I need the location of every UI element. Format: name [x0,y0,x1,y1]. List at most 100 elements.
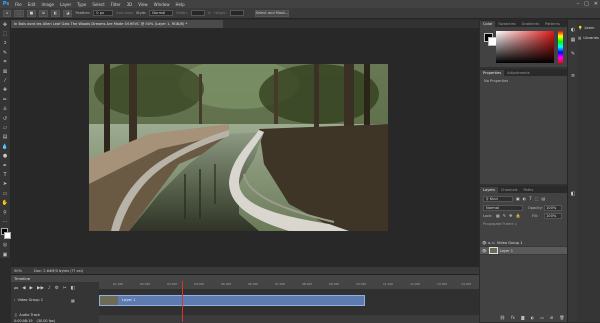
delete-layer-icon[interactable]: 🗑 [559,315,564,320]
eraser-tool-icon[interactable]: ▱ [0,123,10,132]
learn-item[interactable]: 💡 Learn [578,26,595,30]
new-group-icon[interactable]: ▭ [540,315,544,320]
clip-label: Layer 1 [122,298,136,302]
lock-all-icon[interactable]: 🔒 [516,213,521,218]
maximize-button[interactable]: □ [584,1,589,7]
subtract-selection-icon[interactable]: ◧ [50,9,61,17]
filter-adjust-icon[interactable]: ◐ [523,196,527,201]
screen-mode-icon[interactable]: ▣ [0,250,10,259]
new-layer-icon[interactable]: ⊞ [550,315,553,320]
type-tool-icon[interactable]: T [0,170,10,179]
fill-input[interactable]: 100% [544,213,562,219]
layer-row-layer-1[interactable]: 👁 Layer 1 [480,247,567,255]
document-tab[interactable]: In Bois dont les Alien Leaf Gals The Woo… [11,20,223,28]
prev-frame-icon[interactable]: ◀ [22,286,25,292]
style-select[interactable]: Normal [149,10,174,16]
healing-tool-icon[interactable]: ✚ [0,86,10,95]
rectangle-tool-icon[interactable]: ▭ [0,189,10,198]
layer-name: Layer 1 [499,248,514,253]
color-picker-field[interactable] [496,31,554,63]
filter-shape-icon[interactable]: ⬚ [535,196,539,201]
blur-tool-icon[interactable]: 💧 [0,142,10,151]
timeline-ruler[interactable]: 01:00f 02:00f 03:00f 04:00f 05:00f 06:00… [99,282,479,289]
marquee-tool-preset-icon[interactable]: ⬚ [14,9,24,17]
timeline-clip[interactable]: Layer 1 [99,295,365,306]
menu-edit[interactable]: Edit [25,2,39,7]
height-input[interactable] [230,10,245,16]
swap-icon[interactable]: ⇄ [208,11,211,15]
blend-mode-select[interactable]: Normal [483,205,523,211]
hand-tool-icon[interactable]: ✋ [0,198,10,207]
quick-mask-icon[interactable]: ◎ [0,241,10,250]
menu-type[interactable]: Type [74,2,89,7]
gradient-tool-icon[interactable]: ▤ [0,133,10,142]
layer-style-icon[interactable]: fx [511,315,515,320]
zoom-tool-icon[interactable]: ⚲ [0,208,10,217]
film-icon[interactable]: ▦ [71,298,75,303]
hue-slider[interactable] [558,31,563,63]
crop-tool-icon[interactable]: ⌗ [0,58,10,67]
split-icon[interactable]: ✂ [63,286,67,292]
menu-image[interactable]: Image [38,2,57,7]
menu-3d[interactable]: 3D [124,2,136,7]
lock-position-icon[interactable]: ✥ [509,213,512,218]
menu-help[interactable]: Help [172,2,187,7]
ruler-tick: 05:00f [221,282,231,286]
menu-window[interactable]: Window [151,2,173,7]
first-frame-icon[interactable]: ⏮ [14,286,18,292]
audio-icon[interactable]: ♪ [48,286,51,292]
brush-tool-icon[interactable]: ✏ [0,95,10,104]
feather-input[interactable]: 0 px [93,10,114,16]
lock-pixels-icon[interactable]: ▦ [496,213,500,218]
move-tool-icon[interactable]: ✥ [0,20,10,29]
eyedropper-tool-icon[interactable]: ⁄ [0,76,10,85]
antialias-checkbox[interactable]: Anti-alias [116,11,133,15]
pen-tool-icon[interactable]: ✒ [0,161,10,170]
close-button[interactable]: ✕ [594,1,598,7]
filter-pixel-icon[interactable]: ▣ [516,196,520,201]
expand-group-icon[interactable]: › [14,298,15,302]
quick-select-tool-icon[interactable]: ✎ [0,48,10,57]
menu-view[interactable]: View [135,2,151,7]
path-select-tool-icon[interactable]: ➤ [0,180,10,189]
more-tools-icon[interactable]: ⋯ [0,217,10,226]
width-input[interactable] [190,10,205,16]
canvas-image[interactable] [89,64,388,231]
marquee-tool-icon[interactable]: ⬚ [0,29,10,38]
filter-smart-icon[interactable]: ▤ [542,196,546,201]
libraries-item[interactable]: ▤ Libraries [578,36,599,40]
menu-filter[interactable]: Filter [108,2,124,7]
zoom-level[interactable]: 50% [14,269,22,273]
add-selection-icon[interactable]: ⧉ [39,9,48,17]
link-layers-icon[interactable]: ⛓ [500,315,505,320]
color-swatches-icon[interactable] [0,227,11,241]
next-frame-icon[interactable]: ▶▶ [37,286,44,292]
stamp-tool-icon[interactable]: ♙ [0,105,10,114]
history-brush-tool-icon[interactable]: ↺ [0,114,10,123]
layer-row-video-group[interactable]: 👁 ▸ ▭ Video Group 1 [480,239,567,247]
settings-icon[interactable]: ⚙ [55,286,59,292]
filter-type-icon[interactable]: T [529,196,531,201]
menu-file[interactable]: File [12,2,25,7]
visibility-eye-icon[interactable]: 👁 [482,241,487,245]
dodge-tool-icon[interactable]: ● [0,151,10,160]
lasso-tool-icon[interactable]: ↄ [0,39,10,48]
menu-select[interactable]: Select [89,2,107,7]
kind-filter-select[interactable]: ⚲ Kind [483,196,513,202]
opacity-input[interactable]: 100% [544,205,562,211]
select-and-mask-button[interactable]: Select and Mask... [255,9,290,17]
intersect-selection-icon[interactable]: ◪ [63,9,73,17]
home-icon[interactable]: ⌂ [3,9,12,17]
minimize-button[interactable]: – [577,1,580,7]
add-mask-icon[interactable]: ◙ [521,315,525,320]
new-selection-icon[interactable]: ■ [26,9,37,17]
lock-paint-icon[interactable]: ✎ [503,213,506,218]
transition-icon[interactable]: ◧ [71,286,75,292]
playhead[interactable] [182,281,183,322]
adjustment-layer-icon[interactable]: ◐ [531,315,535,320]
visibility-eye-icon[interactable]: 👁 [482,249,487,253]
audio-track-icon[interactable]: ♫ [14,313,17,317]
menu-layer[interactable]: Layer [57,2,74,7]
frame-tool-icon[interactable]: ⊠ [0,67,10,76]
play-icon[interactable]: ▶ [30,286,33,292]
